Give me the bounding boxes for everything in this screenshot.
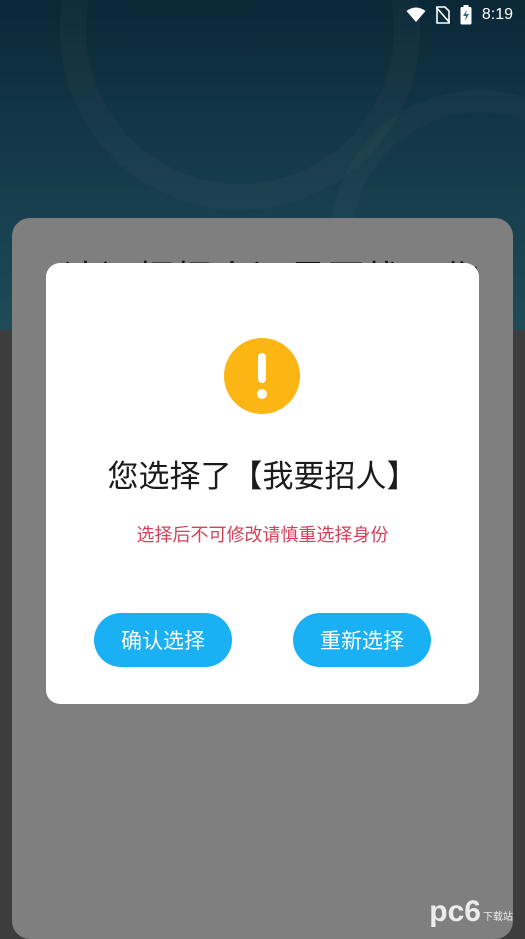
status-bar: 8:19 [0,0,525,30]
confirm-button[interactable]: 确认选择 [94,613,232,667]
watermark-main: pc6 [429,895,481,928]
reselect-button[interactable]: 重新选择 [293,613,431,667]
wifi-icon [406,7,426,23]
watermark-sub: 下载站 [483,912,513,923]
warning-text: 选择后不可修改请慎重选择身份 [136,525,389,546]
role-confirm-dialog: 您选择了【我要招人】 选择后不可修改请慎重选择身份 确认选择 重新选择 [46,263,479,704]
clock: 8:19 [481,6,513,23]
battery-charging-icon [460,5,472,25]
no-sim-icon [435,6,450,24]
dialog-title: 您选择了【我要招人】 [107,459,418,495]
exclamation-icon [224,338,300,414]
watermark-logo: pc6 下载站 [429,895,513,929]
